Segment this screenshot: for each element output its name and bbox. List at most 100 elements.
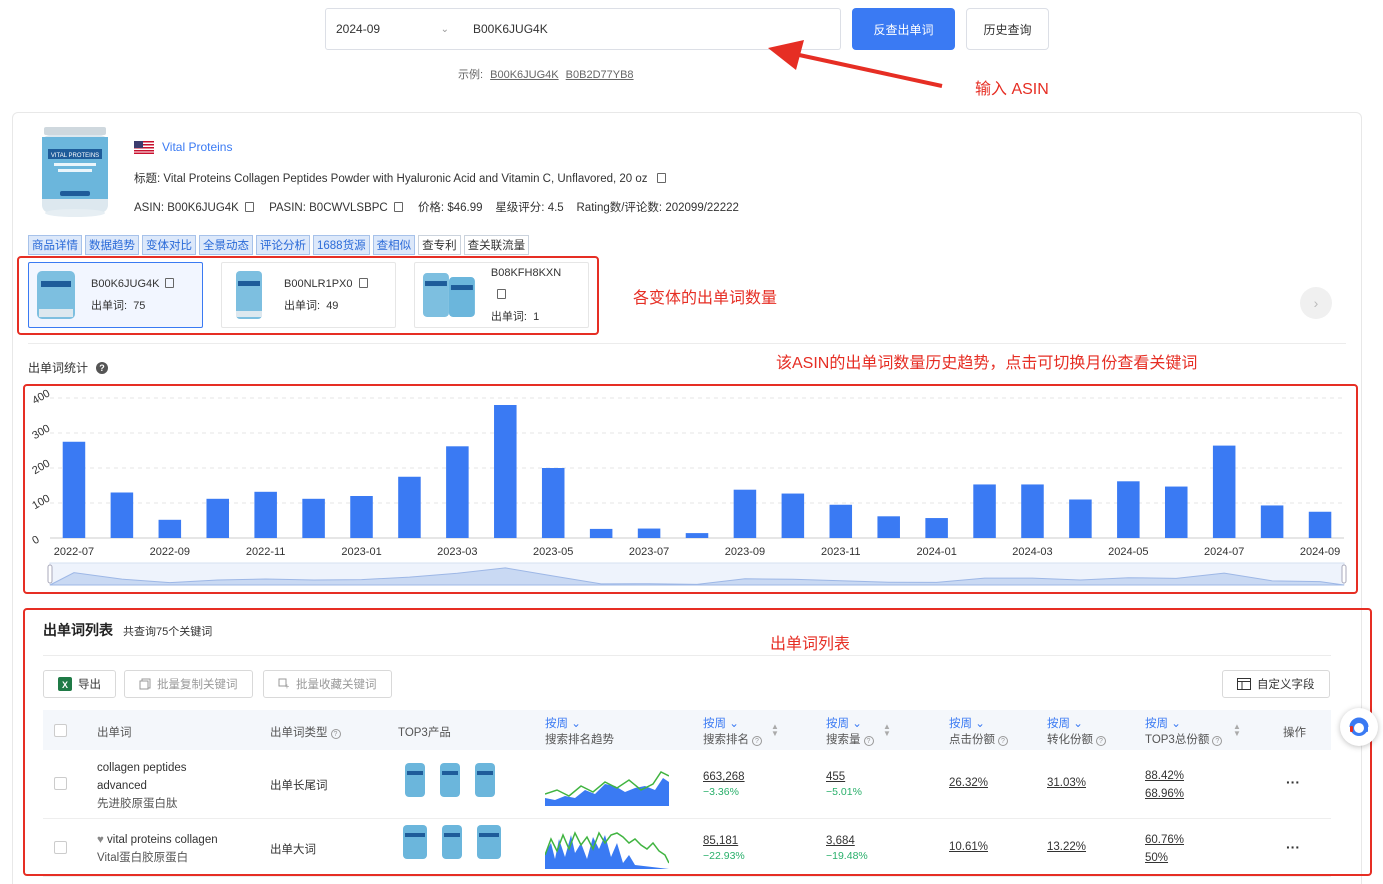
brand-link[interactable]: Vital Proteins — [162, 140, 232, 154]
keyword-text[interactable]: vital proteins collagen — [107, 834, 218, 846]
tag-patent[interactable]: 查专利 — [418, 235, 461, 255]
rank-trend-sparkline[interactable] — [545, 768, 669, 806]
variant-card[interactable]: B00NLR1PX0 出单词: 49 — [221, 262, 396, 328]
history-query-button[interactable]: 历史查询 — [966, 8, 1049, 50]
product-thumb[interactable] — [477, 825, 501, 859]
tag-1688-source[interactable]: 1688货源 — [313, 235, 370, 255]
rank-value[interactable]: 85,181 — [703, 834, 745, 849]
tag-variant-compare[interactable]: 变体对比 — [142, 235, 196, 255]
chart-bar[interactable] — [302, 498, 325, 538]
copy-icon[interactable] — [358, 278, 368, 288]
rank-value[interactable]: 663,268 — [703, 770, 745, 785]
copy-icon[interactable] — [165, 278, 175, 288]
row-checkbox[interactable] — [54, 777, 67, 790]
chart-bar[interactable] — [637, 528, 661, 538]
chart-bar[interactable] — [1260, 505, 1284, 538]
chart-bar[interactable] — [589, 528, 613, 538]
chart-bar[interactable] — [350, 496, 373, 538]
product-thumb[interactable] — [475, 763, 495, 797]
question-circle-icon[interactable]: ? — [330, 729, 341, 739]
batch-copy-button[interactable]: 批量复制关键词 — [124, 670, 253, 698]
more-actions-icon[interactable]: ··· — [1286, 774, 1300, 790]
chart-bar[interactable] — [494, 405, 517, 538]
header-rank[interactable]: 按周 ⌄ 搜索排名? — [703, 715, 762, 747]
table-row[interactable]: collagen peptides advanced 先进胶原蛋白肽 出单长尾词… — [43, 750, 1331, 819]
volume-value[interactable]: 455 — [826, 770, 862, 785]
sort-icon[interactable]: ▲ ▼ — [771, 723, 779, 738]
chart-bar[interactable] — [62, 441, 86, 538]
chart-bar[interactable] — [829, 504, 853, 538]
tag-review-analysis[interactable]: 评论分析 — [256, 235, 310, 255]
header-top3-share[interactable]: 按周 ⌄ TOP3总份额? — [1145, 715, 1223, 747]
click-share-value[interactable]: 10.61% — [949, 841, 988, 853]
sort-icon[interactable]: ▲ ▼ — [1233, 723, 1241, 738]
table-row[interactable]: ♥ vital proteins collagen Vital蛋白胶原蛋白 出单… — [43, 819, 1331, 877]
variant-card[interactable]: B08KFH8KXN 出单词: 1 — [414, 262, 589, 328]
copy-icon[interactable] — [496, 289, 506, 299]
chart-bar[interactable] — [1021, 484, 1044, 538]
example-link-2[interactable]: B0B2D77YB8 — [566, 69, 634, 81]
month-select[interactable]: 2024-09 ⌄ — [325, 8, 460, 50]
chart-bar[interactable] — [158, 519, 182, 538]
header-click-share[interactable]: 按周 ⌄ 点击份额? — [949, 715, 1008, 747]
chart-bar[interactable] — [925, 518, 948, 538]
question-circle-icon[interactable]: ? — [96, 361, 109, 374]
chart-bar[interactable] — [685, 533, 709, 538]
variant-count: 49 — [326, 300, 339, 312]
tag-panorama[interactable]: 全景动态 — [199, 235, 253, 255]
copy-icon[interactable] — [393, 202, 403, 212]
more-actions-icon[interactable]: ··· — [1286, 839, 1300, 855]
heart-icon[interactable]: ♥ — [97, 834, 104, 846]
batch-favorite-button[interactable]: + 批量收藏关键词 — [263, 670, 392, 698]
tag-find-similar[interactable]: 查相似 — [372, 235, 416, 255]
custom-fields-button[interactable]: 自定义字段 — [1222, 670, 1330, 698]
chart-bar[interactable] — [254, 491, 277, 538]
tag-related-traffic[interactable]: 查关联流量 — [463, 235, 530, 255]
product-thumb[interactable] — [442, 825, 462, 859]
product-thumb[interactable] — [440, 763, 460, 797]
next-arrow-button[interactable]: › — [1300, 287, 1332, 319]
chart-bar[interactable] — [1212, 445, 1236, 538]
customer-service-button[interactable] — [1340, 708, 1378, 746]
export-button[interactable]: X 导出 — [43, 670, 116, 698]
tag-product-detail[interactable]: 商品详情 — [28, 235, 82, 255]
chart-bar[interactable] — [1069, 499, 1092, 539]
click-share-value[interactable]: 26.32% — [949, 777, 988, 789]
chart-bar[interactable] — [973, 484, 996, 538]
copy-icon[interactable] — [656, 173, 666, 183]
chart-bar[interactable] — [1117, 481, 1140, 538]
select-all-checkbox[interactable] — [54, 724, 67, 737]
chart-bar[interactable] — [398, 476, 421, 538]
product-thumb[interactable] — [405, 763, 425, 797]
header-volume[interactable]: 按周 ⌄ 搜索量? — [826, 715, 874, 747]
chart-bar[interactable] — [446, 446, 469, 538]
table-header: 出单词 出单词类型? TOP3产品 按周 ⌄ 搜索排名趋势 按周 ⌄ 搜索排名? ▲… — [43, 710, 1331, 750]
example-link-1[interactable]: B00K6JUG4K — [490, 69, 558, 81]
product-rating: 4.5 — [547, 202, 564, 214]
chart-bar[interactable] — [1308, 511, 1332, 538]
sort-icon[interactable]: ▲ ▼ — [883, 723, 891, 738]
x-tick-label: 2023-03 — [437, 546, 477, 558]
excel-icon: X — [58, 677, 72, 691]
header-conversion-share[interactable]: 按周 ⌄ 转化份额? — [1047, 715, 1106, 747]
row-checkbox[interactable] — [54, 841, 67, 854]
week-dropdown[interactable]: 按周 ⌄ — [545, 715, 614, 731]
rank-trend-sparkline[interactable] — [545, 829, 669, 869]
chart-bar[interactable] — [541, 468, 565, 538]
volume-value[interactable]: 3,684 — [826, 834, 868, 849]
product-thumb[interactable] — [403, 825, 427, 859]
tag-data-trend[interactable]: 数据趋势 — [85, 235, 139, 255]
chart-bar[interactable] — [781, 493, 805, 538]
conversion-share-value[interactable]: 13.22% — [1047, 841, 1086, 853]
chart-bar[interactable] — [206, 498, 230, 538]
chart-bar[interactable] — [1164, 486, 1188, 538]
variant-card[interactable]: B00K6JUG4K 出单词: 75 — [28, 262, 203, 328]
chart-bar[interactable] — [110, 492, 134, 539]
chart-bar[interactable] — [877, 516, 900, 538]
keyword-text[interactable]: collagen peptides advanced — [97, 759, 217, 795]
list-count: 共查询75个关键词 — [123, 626, 213, 638]
chart-bar[interactable] — [733, 489, 757, 538]
keyword-count-chart[interactable]: 0 100 200 300 400 2022-07 2022-09 2022-11 2023-0… — [26, 386, 1354, 591]
copy-icon[interactable] — [244, 202, 254, 212]
conversion-share-value[interactable]: 31.03% — [1047, 777, 1086, 789]
